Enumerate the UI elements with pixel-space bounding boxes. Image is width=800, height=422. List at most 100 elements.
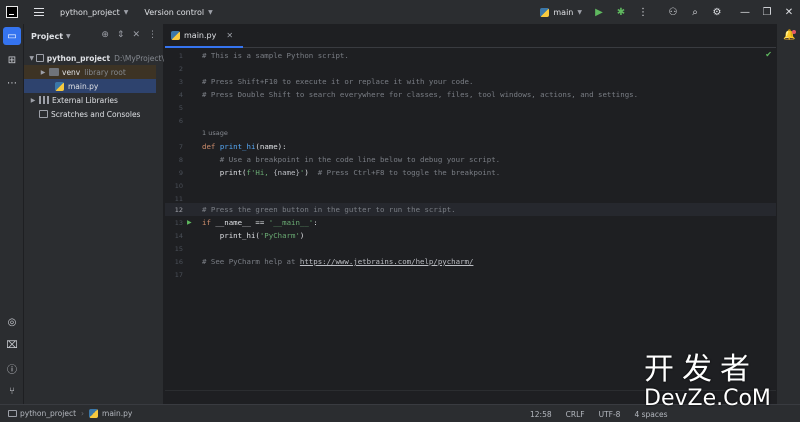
comment: # Press Ctrl+F8 to toggle the breakpoint… — [317, 168, 501, 177]
run-gutter-icon[interactable]: ▶ — [187, 219, 192, 226]
gear-icon[interactable]: ⚙ — [706, 0, 728, 24]
git-icon[interactable]: ⑂ — [3, 382, 21, 400]
code-line-7: def print_hi(name): — [202, 142, 287, 151]
project-name: python_project — [60, 7, 120, 17]
fstring-param: {name} — [273, 168, 300, 177]
chevron-down-icon: ▼ — [208, 8, 213, 16]
code-text: (name): — [255, 142, 287, 151]
close-icon[interactable]: ✕ — [778, 0, 800, 24]
structure-tool-icon[interactable]: ⊞ — [3, 51, 21, 69]
more-actions-icon[interactable]: ⋮ — [632, 0, 654, 24]
code-editor[interactable]: main.py ✕ ✔ 1 2 3 4 5 6 7 8 9 10 11 12 1… — [165, 24, 776, 390]
folder-icon — [49, 68, 59, 76]
line-number: 3 — [178, 78, 183, 86]
tree-item-external-libraries[interactable]: ▶ External Libraries — [24, 93, 164, 107]
add-user-icon[interactable]: ⚇ — [662, 0, 684, 24]
terminal-icon[interactable]: ⌧ — [3, 336, 21, 354]
tree-item-project-root[interactable]: ▼ python_project D:\MyProject\ — [24, 51, 164, 65]
chevron-down-icon: ▼ — [123, 8, 129, 16]
keyword: def — [202, 142, 220, 151]
no-problems-check-icon[interactable]: ✔ — [765, 50, 772, 59]
code-line-14: print_hi('PyCharm') — [202, 231, 305, 240]
breadcrumb-project[interactable]: python_project — [20, 409, 76, 418]
code-text: ) — [304, 168, 318, 177]
notifications-bell-icon[interactable]: 🔔 — [783, 30, 796, 42]
chevron-down-icon: ▼ — [66, 32, 71, 40]
project-switcher[interactable]: python_project ▼ — [60, 8, 128, 17]
more-tools-icon[interactable]: ⋯ — [3, 74, 21, 92]
search-icon[interactable]: ⌕ — [684, 0, 706, 24]
close-panel-icon[interactable]: ✕ — [132, 30, 140, 40]
line-number: 2 — [178, 65, 183, 73]
right-tool-strip: 🔔 — [776, 24, 800, 406]
code-text: __name__ == — [215, 218, 269, 227]
tree-item-scratches[interactable]: Scratches and Consoles — [24, 107, 164, 121]
line-number: 10 — [174, 182, 183, 190]
libraries-icon — [39, 96, 49, 104]
watermark-cn: 开发者 — [644, 352, 758, 387]
usage-hint[interactable]: 1 usage — [202, 129, 228, 137]
restore-icon[interactable]: ❐ — [756, 0, 778, 24]
tab-main-py[interactable]: main.py ✕ — [165, 24, 243, 48]
vcs-menu-label: Version control — [144, 7, 205, 17]
scratches-icon — [39, 110, 48, 118]
tree-item-label: Scratches and Consoles — [51, 109, 141, 119]
python-icon — [540, 7, 550, 17]
breadcrumb-file[interactable]: main.py — [102, 409, 132, 418]
code-line-12: # Press the green button in the gutter t… — [202, 205, 456, 214]
tree-item-path: D:\MyProject\ — [114, 53, 164, 63]
code-line-3: # Press Shift+F10 to execute it or repla… — [202, 77, 474, 86]
problems-icon[interactable]: ⓘ — [3, 359, 21, 377]
code-text: print_hi( — [202, 231, 260, 240]
expand-all-icon[interactable]: ⇕ — [117, 30, 125, 40]
line-number-current: 12 — [174, 206, 183, 214]
code-line-13: if __name__ == '__main__': — [202, 218, 318, 227]
vcs-menu[interactable]: Version control ▼ — [144, 8, 212, 17]
comment: # See PyCharm help at — [202, 257, 300, 266]
minimize-icon[interactable]: — — [734, 0, 756, 24]
debug-icon[interactable]: ✱ — [610, 0, 632, 24]
folder-icon — [36, 54, 44, 62]
watermark-en: DevZe.CoM — [644, 386, 771, 411]
string: 'PyCharm' — [259, 231, 300, 240]
code-line-4: # Press Double Shift to search everywher… — [202, 90, 639, 99]
file-encoding[interactable]: UTF-8 — [599, 410, 621, 419]
python-packages-icon[interactable]: ◎ — [3, 313, 21, 331]
keyword: if — [202, 218, 216, 227]
line-number: 16 — [174, 258, 183, 266]
close-tab-icon[interactable]: ✕ — [226, 31, 233, 40]
title-bar: python_project ▼ Version control ▼ main … — [0, 0, 800, 24]
project-tool-icon[interactable]: ▭ — [3, 27, 21, 45]
watermark: 开发者 DevZe.CoM — [644, 354, 796, 418]
locate-file-icon[interactable]: ⊕ — [101, 30, 109, 40]
line-number: 15 — [174, 245, 183, 253]
line-number: 7 — [178, 143, 183, 151]
run-config-selector[interactable]: main ▼ — [540, 7, 582, 17]
caret-position[interactable]: 12:58 — [530, 410, 552, 419]
line-number: 4 — [178, 91, 183, 99]
help-link[interactable]: https://www.jetbrains.com/help/pycharm/ — [300, 257, 474, 266]
code-text: : — [313, 218, 318, 227]
run-icon[interactable]: ▶ — [588, 0, 610, 24]
code-text: print( — [202, 168, 247, 177]
main-menu-icon[interactable] — [34, 8, 44, 16]
panel-options-icon[interactable]: ⋮ — [148, 30, 157, 40]
tree-item-hint: library root — [84, 67, 126, 77]
line-number: 8 — [178, 156, 183, 164]
function-name: print_hi — [219, 142, 256, 151]
tree-item-venv[interactable]: ▶ venv library root — [24, 65, 156, 79]
code-line-16: # See PyCharm help at https://www.jetbra… — [202, 257, 473, 266]
string: f'Hi, — [246, 168, 274, 177]
line-number: 13 — [174, 219, 183, 227]
breadcrumb-separator-icon: › — [81, 409, 85, 418]
line-number: 9 — [178, 169, 183, 177]
left-tool-strip: ▭ ⊞ ⋯ ◎ ⌧ ⓘ ⑂ — [0, 24, 24, 406]
line-separator[interactable]: CRLF — [566, 410, 585, 419]
line-number: 6 — [178, 117, 183, 125]
code-text: ) — [299, 231, 305, 240]
tree-item-main-py[interactable]: main.py — [24, 79, 156, 93]
tree-item-label: main.py — [68, 81, 99, 91]
line-number: 5 — [178, 104, 183, 112]
editor-tab-bar: main.py ✕ — [165, 24, 776, 48]
python-file-icon — [171, 30, 180, 40]
